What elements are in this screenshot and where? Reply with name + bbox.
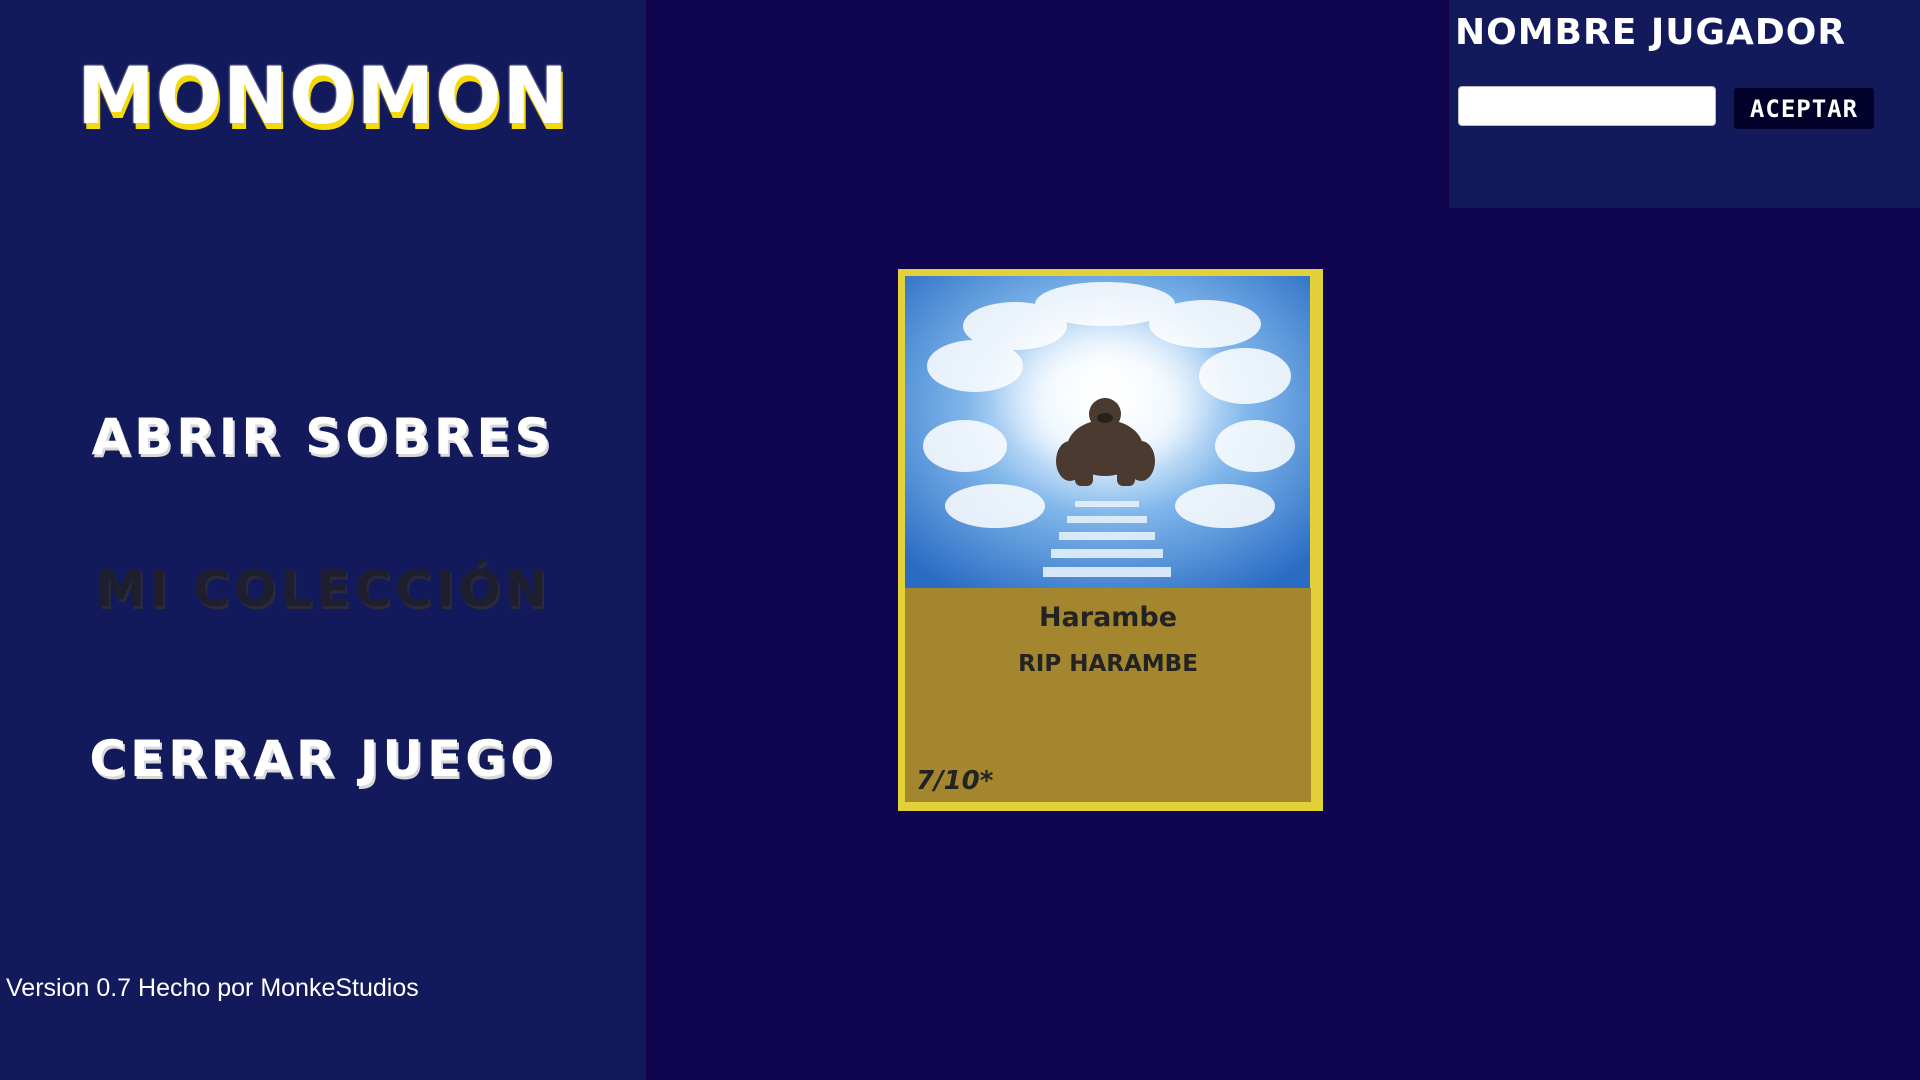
monomon-card[interactable]: Harambe RIP HARAMBE 7/10* [898, 269, 1323, 811]
gorilla-in-heaven-image [905, 276, 1310, 588]
game-screen: MONOMON ABRIR SOBRES MI COLECCIÓN CERRAR… [0, 0, 1920, 1080]
open-packs-button[interactable]: ABRIR SOBRES [0, 412, 646, 462]
accept-button[interactable]: ACEPTAR [1734, 88, 1874, 129]
player-name-title: NOMBRE JUGADOR [1455, 12, 1847, 53]
my-collection-button[interactable]: MI COLECCIÓN [0, 564, 646, 614]
game-logo: MONOMON [77, 52, 569, 142]
card-info-panel: Harambe RIP HARAMBE 7/10* [905, 588, 1311, 802]
card-rating: 7/10* [916, 766, 994, 796]
version-text: Version 0.7 Hecho por MonkeStudios [6, 974, 419, 1002]
close-game-button[interactable]: CERRAR JUEGO [0, 734, 646, 784]
player-name-input[interactable] [1458, 86, 1716, 126]
card-description: RIP HARAMBE [1018, 651, 1198, 677]
card-name: Harambe [1038, 602, 1178, 633]
main-menu-sidebar: MONOMON ABRIR SOBRES MI COLECCIÓN CERRAR… [0, 0, 646, 1080]
player-name-panel: NOMBRE JUGADOR ACEPTAR [1449, 0, 1920, 208]
